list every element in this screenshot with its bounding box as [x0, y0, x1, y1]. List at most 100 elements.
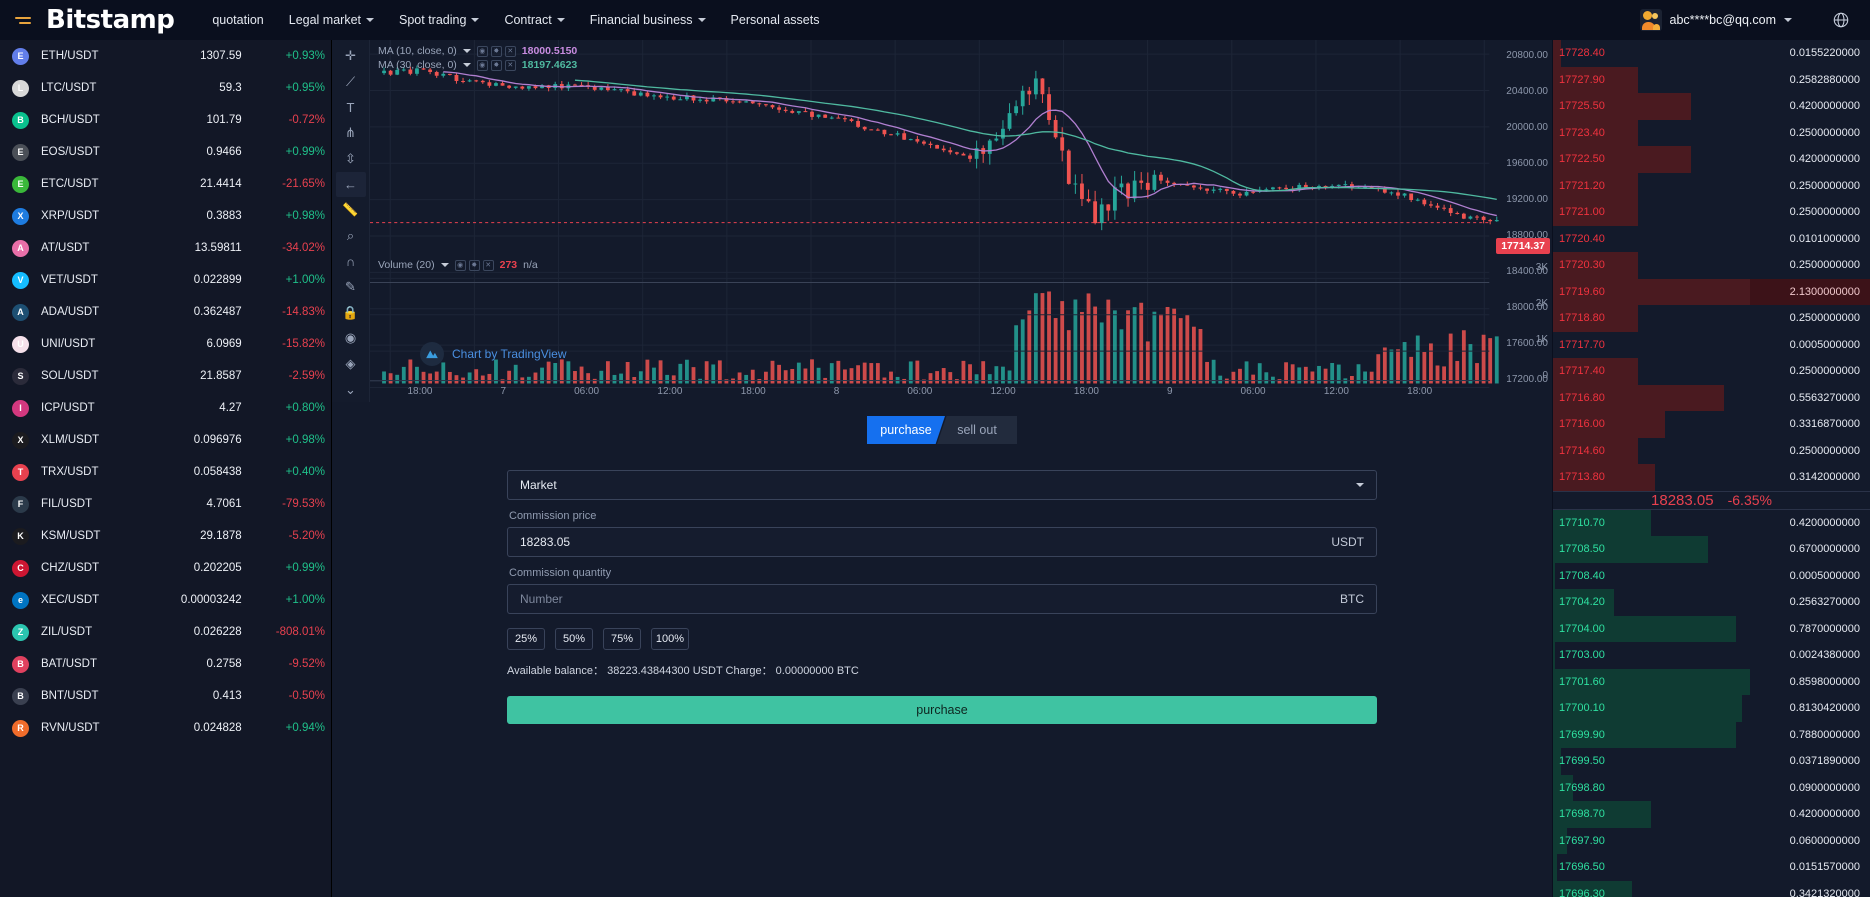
submit-order-button[interactable]: purchase — [507, 696, 1377, 724]
coin-row[interactable]: AAT/USDT13.59811-34.02% — [0, 232, 331, 264]
order-book-row[interactable]: 17727.900.2582880000 — [1553, 67, 1870, 94]
coin-row[interactable]: IICP/USDT4.27+0.80% — [0, 392, 331, 424]
order-book-row[interactable]: 17728.400.0155220000 — [1553, 40, 1870, 67]
order-book-row[interactable]: 17725.500.4200000000 — [1553, 93, 1870, 120]
coin-row[interactable]: BBCH/USDT101.79-0.72% — [0, 104, 331, 136]
order-book-row[interactable]: 17708.400.0005000000 — [1553, 563, 1870, 590]
indicator-buttons[interactable]: ◉✸✕ — [477, 46, 516, 57]
indicator-buttons[interactable]: ◉✸✕ — [477, 60, 516, 71]
chart-drawing-toolbar[interactable]: ✛⟋T⋔⇳←📏⌕∩✎🔒◉◈⌄ — [332, 40, 370, 402]
coin-row[interactable]: RRVN/USDT0.024828+0.94% — [0, 712, 331, 744]
crosshair-icon[interactable]: ✛ — [336, 44, 366, 69]
order-book-row[interactable]: 17710.700.4200000000 — [1553, 510, 1870, 537]
order-book-row[interactable]: 17719.602.1300000000 — [1553, 279, 1870, 306]
nav-item-quotation[interactable]: quotation — [212, 13, 263, 27]
eye-icon[interactable]: ◉ — [477, 46, 488, 57]
gear-icon[interactable]: ✸ — [491, 60, 502, 71]
order-book-bids[interactable]: 17710.700.420000000017708.500.6700000000… — [1553, 510, 1870, 897]
percent-button-100[interactable]: 100% — [651, 628, 689, 650]
buy-tab[interactable]: purchase — [867, 416, 945, 444]
coin-row[interactable]: UUNI/USDT6.0969-15.82% — [0, 328, 331, 360]
order-book-row[interactable]: 17714.600.2500000000 — [1553, 438, 1870, 465]
order-book-row[interactable]: 17721.000.2500000000 — [1553, 199, 1870, 226]
percent-buttons[interactable]: 25% 50% 75% 100% — [507, 628, 1377, 650]
order-book-row[interactable]: 17704.000.7870000000 — [1553, 616, 1870, 643]
price-input[interactable]: 18283.05 USDT — [507, 527, 1377, 557]
user-menu[interactable]: abc****bc@qq.com — [1640, 9, 1793, 31]
magnifier-icon[interactable]: ⌕ — [336, 223, 366, 248]
order-book-row[interactable]: 17716.000.3316870000 — [1553, 411, 1870, 438]
chevron-down-icon[interactable] — [463, 63, 471, 67]
close-icon[interactable]: ✕ — [505, 60, 516, 71]
indicator-buttons[interactable]: ◉ ✸ ✕ — [455, 260, 494, 271]
measure-icon[interactable]: ⇳ — [336, 147, 366, 172]
coin-row[interactable]: BBNT/USDT0.413-0.50% — [0, 680, 331, 712]
gear-icon[interactable]: ✸ — [469, 260, 480, 271]
order-book-row[interactable]: 17697.900.0600000000 — [1553, 828, 1870, 855]
brand-logo[interactable]: Bitstamp — [46, 5, 174, 35]
layers-icon[interactable]: ◈ — [336, 352, 366, 377]
order-book-asks[interactable]: 17728.400.015522000017727.900.2582880000… — [1553, 40, 1870, 491]
order-book-row[interactable]: 17701.600.8598000000 — [1553, 669, 1870, 696]
coin-row[interactable]: FFIL/USDT4.7061-79.53% — [0, 488, 331, 520]
order-book-row[interactable]: 17720.300.2500000000 — [1553, 252, 1870, 279]
order-book-row[interactable]: 17708.500.6700000000 — [1553, 536, 1870, 563]
order-book-row[interactable]: 17723.400.2500000000 — [1553, 120, 1870, 147]
lock-icon[interactable]: 🔒 — [336, 300, 366, 325]
fib-icon[interactable]: ⋔ — [336, 121, 366, 146]
trendline-icon[interactable]: ⟋ — [336, 70, 366, 95]
order-book-row[interactable]: 17699.900.7880000000 — [1553, 722, 1870, 749]
order-type-select[interactable]: Market — [507, 470, 1377, 500]
order-book-row[interactable]: 17700.100.8130420000 — [1553, 695, 1870, 722]
nav-item-contract[interactable]: Contract — [504, 13, 564, 27]
close-icon[interactable]: ✕ — [483, 260, 494, 271]
magnet-icon[interactable]: ∩ — [336, 249, 366, 274]
coin-row[interactable]: VVET/USDT0.022899+1.00% — [0, 264, 331, 296]
eye-icon[interactable]: ◉ — [455, 260, 466, 271]
coin-row[interactable]: EETH/USDT1307.59+0.93% — [0, 40, 331, 72]
order-book-row[interactable]: 17721.200.2500000000 — [1553, 173, 1870, 200]
coin-row[interactable]: XXRP/USDT0.3883+0.98% — [0, 200, 331, 232]
percent-button-25[interactable]: 25% — [507, 628, 545, 650]
order-book-row[interactable]: 17699.500.0371890000 — [1553, 748, 1870, 775]
order-book-row[interactable]: 17703.000.0024380000 — [1553, 642, 1870, 669]
coin-row[interactable]: eXEC/USDT0.00003242+1.00% — [0, 584, 331, 616]
coin-row[interactable]: BBAT/USDT0.2758-9.52% — [0, 648, 331, 680]
coin-row[interactable]: ZZIL/USDT0.026228-808.01% — [0, 616, 331, 648]
quantity-input[interactable]: Number BTC — [507, 584, 1377, 614]
back-arrow-icon[interactable]: ← — [336, 172, 366, 197]
order-book-row[interactable]: 17704.200.2563270000 — [1553, 589, 1870, 616]
order-book-row[interactable]: 17716.800.5563270000 — [1553, 385, 1870, 412]
order-book-row[interactable]: 17722.500.4200000000 — [1553, 146, 1870, 173]
coin-row[interactable]: AADA/USDT0.362487-14.83% — [0, 296, 331, 328]
coin-row[interactable]: CCHZ/USDT0.202205+0.99% — [0, 552, 331, 584]
nav-item-personal-assets[interactable]: Personal assets — [731, 13, 820, 27]
coin-row[interactable]: KKSM/USDT29.1878-5.20% — [0, 520, 331, 552]
coin-row[interactable]: EEOS/USDT0.9466+0.99% — [0, 136, 331, 168]
nav-item-financial-business[interactable]: Financial business — [590, 13, 706, 27]
eye-icon[interactable]: ◉ — [477, 60, 488, 71]
nav-item-legal-market[interactable]: Legal market — [289, 13, 374, 27]
percent-button-75[interactable]: 75% — [603, 628, 641, 650]
order-book-row[interactable]: 17718.800.2500000000 — [1553, 305, 1870, 332]
order-book-row[interactable]: 17698.700.4200000000 — [1553, 801, 1870, 828]
globe-icon[interactable] — [1832, 11, 1850, 29]
order-book-row[interactable]: 17717.400.2500000000 — [1553, 358, 1870, 385]
percent-button-50[interactable]: 50% — [555, 628, 593, 650]
coin-row[interactable]: EETC/USDT21.4414-21.65% — [0, 168, 331, 200]
market-coin-list[interactable]: EETH/USDT1307.59+0.93%LLTC/USDT59.3+0.95… — [0, 40, 332, 897]
coin-row[interactable]: SSOL/USDT21.8587-2.59% — [0, 360, 331, 392]
pencil-lock-icon[interactable]: ✎ — [336, 275, 366, 300]
order-book-row[interactable]: 17720.400.0101000000 — [1553, 226, 1870, 253]
close-icon[interactable]: ✕ — [505, 46, 516, 57]
chevron-down-icon[interactable]: ⌄ — [336, 377, 366, 402]
text-icon[interactable]: T — [336, 95, 366, 120]
order-book-row[interactable]: 17717.700.0005000000 — [1553, 332, 1870, 359]
order-book-row[interactable]: 17696.500.0151570000 — [1553, 854, 1870, 881]
coin-row[interactable]: TTRX/USDT0.058438+0.40% — [0, 456, 331, 488]
ruler-icon[interactable]: 📏 — [336, 198, 366, 223]
order-side-toggle[interactable]: purchase sell out — [867, 416, 1017, 444]
order-book-row[interactable]: 17713.800.3142000000 — [1553, 464, 1870, 491]
gear-icon[interactable]: ✸ — [491, 46, 502, 57]
coin-row[interactable]: XXLM/USDT0.096976+0.98% — [0, 424, 331, 456]
